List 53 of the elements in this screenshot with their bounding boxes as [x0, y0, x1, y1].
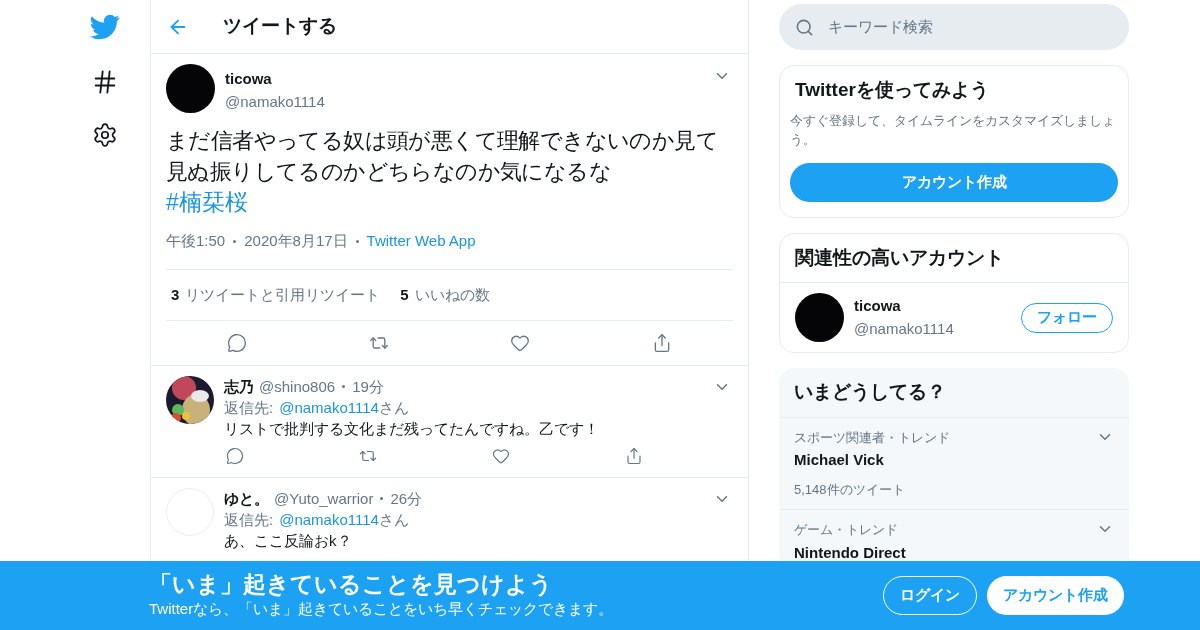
search-field[interactable]: キーワード検索: [828, 15, 1113, 39]
user-handle: @Yuto_warrior: [274, 489, 374, 509]
banner-title: 「いま」起きていることを見つけよう: [149, 570, 554, 599]
card-title: いまどうしてる？: [779, 368, 1129, 418]
reply-text: リストで批判する文化まだ残ってたんですね。乙です！: [224, 419, 600, 439]
like-icon[interactable]: [492, 447, 510, 465]
reply-text: あ、ここ反論おk？: [224, 531, 353, 551]
user-name[interactable]: ゆと。: [224, 488, 269, 509]
mention-link[interactable]: @namako1114: [279, 509, 379, 530]
page-title: ツイートする: [223, 14, 337, 39]
banner-subtitle: Twitterなら、「いま」起きていることをいち早くチェックできます。: [149, 599, 615, 620]
card-title: 関連性の高いアカウント: [780, 233, 1128, 283]
mention-link[interactable]: @namako1114: [279, 397, 379, 418]
reply-time: 19分: [352, 377, 384, 397]
search-bar[interactable]: キーワード検索: [779, 4, 1129, 50]
trend-context: スポーツ関連者・トレンド: [794, 428, 951, 447]
signup-button[interactable]: アカウント作成: [790, 162, 1118, 202]
card-text: 今すぐ登録して、タイムラインをカスタマイズしましょう。: [790, 111, 1116, 149]
honorific: さん: [378, 398, 409, 418]
trend-count: 5,148件のツイート: [794, 480, 906, 499]
user-handle: @namako1114: [854, 318, 955, 339]
trend-name[interactable]: Michael Vick: [794, 449, 1096, 472]
hashtag-link[interactable]: #楠栞桜: [166, 189, 248, 215]
search-icon: [795, 17, 814, 37]
settings-icon[interactable]: [92, 122, 118, 148]
tweet-date: 2020年8月17日: [244, 231, 348, 251]
reply-time: 26分: [390, 489, 423, 509]
user-name[interactable]: ticowa: [854, 295, 1011, 318]
reply-to-label: 返信先:: [224, 398, 274, 418]
avatar[interactable]: [795, 293, 844, 342]
trend-name[interactable]: Nintendo Direct: [794, 541, 1096, 564]
retweet-label[interactable]: リツイートと引用リツイート: [185, 283, 381, 306]
reply-to-label: 返信先:: [224, 510, 274, 530]
share-icon[interactable]: [625, 447, 643, 465]
reply-icon[interactable]: [226, 447, 244, 465]
tweet-text: まだ信者やってる奴は頭が悪くて理解できないのか見て見ぬ振りしてるのかどちらなのか気になるな: [166, 127, 719, 186]
user-name[interactable]: ticowa: [225, 68, 703, 91]
avatar[interactable]: [166, 64, 215, 113]
like-label[interactable]: いいねの数: [414, 283, 490, 306]
reply-icon[interactable]: [226, 333, 247, 353]
source-link[interactable]: Twitter Web App: [366, 230, 476, 253]
signup-button[interactable]: アカウント作成: [987, 576, 1124, 615]
retweet-count: 3: [171, 284, 180, 305]
honorific: さん: [378, 510, 409, 530]
like-icon[interactable]: [510, 333, 531, 353]
trend-context: ゲーム・トレンド: [794, 521, 899, 539]
user-handle: @namako1114: [225, 91, 326, 112]
bird-logo-icon[interactable]: [90, 12, 120, 42]
card-title: Twitterを使ってみよう: [794, 78, 990, 102]
user-name[interactable]: 志乃: [224, 376, 254, 397]
like-count: 5: [400, 284, 409, 305]
user-handle: @shino806: [259, 377, 336, 397]
tweet-time: 午後1:50: [166, 231, 226, 251]
